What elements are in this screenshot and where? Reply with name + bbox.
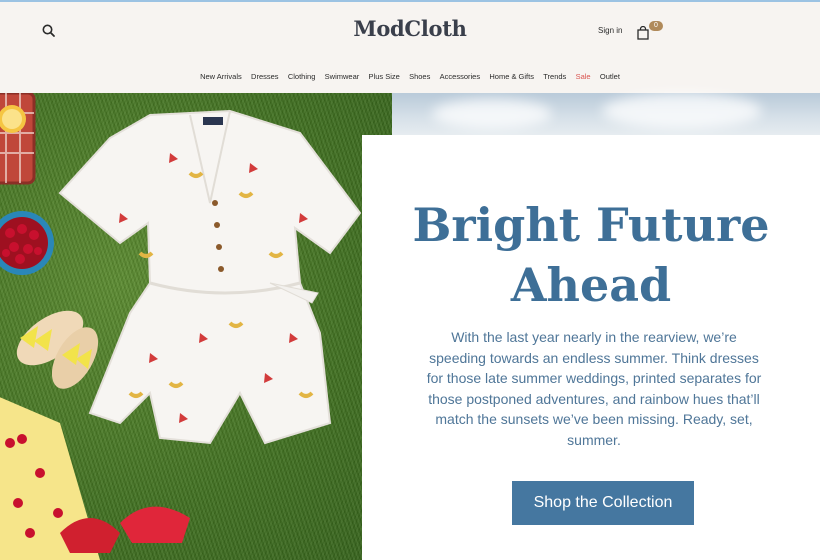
hero-body-text: With the last year nearly in the rearvie… xyxy=(426,329,762,448)
hero-content-panel: Bright Future Ahead With the last year n… xyxy=(362,135,820,560)
headline-line-1: Bright Future xyxy=(412,198,770,252)
main-navigation: New Arrivals Dresses Clothing Swimwear P… xyxy=(0,72,820,81)
shop-the-collection-button[interactable]: Shop the Collection xyxy=(512,481,694,525)
nav-dresses[interactable]: Dresses xyxy=(251,72,279,81)
nav-home-gifts[interactable]: Home & Gifts xyxy=(489,72,534,81)
nav-accessories[interactable]: Accessories xyxy=(440,72,480,81)
site-logo: ModCloth xyxy=(0,16,820,41)
hero-product-image xyxy=(0,93,392,560)
headline-line-2: Ahead xyxy=(510,258,672,312)
nav-plus-size[interactable]: Plus Size xyxy=(369,72,400,81)
nav-sale[interactable]: Sale xyxy=(576,72,591,81)
logo-link[interactable]: ModCloth xyxy=(353,16,467,41)
cart-button[interactable]: 0 xyxy=(637,21,669,41)
nav-outlet[interactable]: Outlet xyxy=(600,72,620,81)
sign-in-link[interactable]: Sign in xyxy=(598,26,622,35)
cart-count-badge: 0 xyxy=(649,21,663,31)
nav-new-arrivals[interactable]: New Arrivals xyxy=(200,72,242,81)
nav-clothing[interactable]: Clothing xyxy=(288,72,316,81)
nav-swimwear[interactable]: Swimwear xyxy=(325,72,360,81)
site-header: ModCloth Sign in 0 New Arrivals Dresses … xyxy=(0,0,820,93)
sky-background-image xyxy=(392,93,820,135)
nav-trends[interactable]: Trends xyxy=(543,72,566,81)
hero-headline: Bright Future Ahead xyxy=(362,195,820,315)
nav-shoes[interactable]: Shoes xyxy=(409,72,430,81)
romper-flatlay-illustration xyxy=(0,93,362,560)
hero-banner: Bright Future Ahead With the last year n… xyxy=(0,93,820,560)
shopping-bag-icon xyxy=(637,26,649,40)
